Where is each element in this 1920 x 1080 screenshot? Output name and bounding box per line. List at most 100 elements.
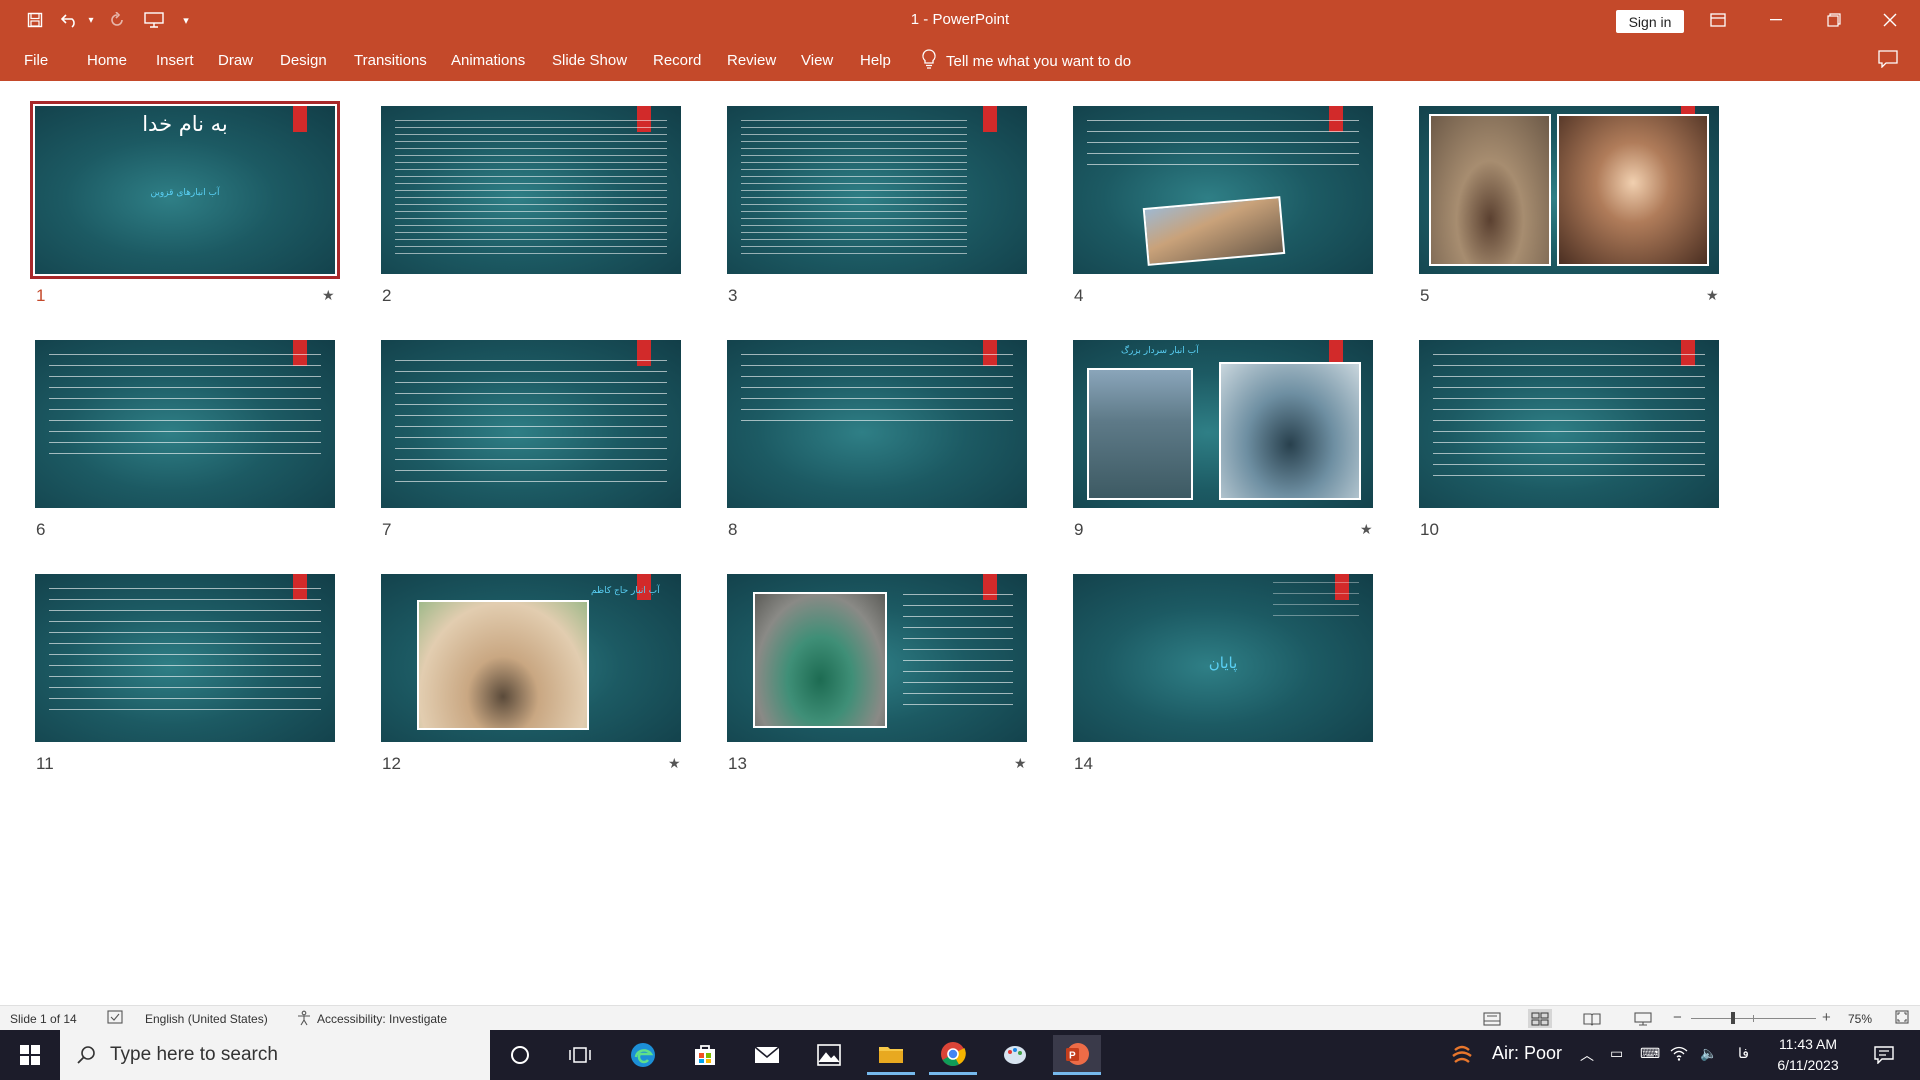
slide-show-view-icon[interactable] bbox=[1631, 1009, 1655, 1028]
windows-start-icon[interactable] bbox=[6, 1035, 54, 1075]
slide-number: 6 bbox=[36, 520, 46, 539]
tab-transitions[interactable]: Transitions bbox=[354, 52, 427, 69]
reading-view-icon[interactable] bbox=[1580, 1009, 1604, 1028]
show-hidden-icons-icon[interactable]: ︿ bbox=[1580, 1045, 1594, 1065]
zoom-level[interactable]: 75% bbox=[1848, 1012, 1872, 1026]
tell-me-search[interactable]: Tell me what you want to do bbox=[922, 49, 1132, 73]
tab-review[interactable]: Review bbox=[727, 52, 776, 69]
slide-5-photo-right bbox=[1557, 114, 1709, 266]
slide-4-photo bbox=[1142, 196, 1286, 266]
slide-thumbnail-4[interactable] bbox=[1073, 106, 1373, 274]
slide-counter: Slide 1 of 14 bbox=[10, 1012, 77, 1026]
slide-thumbnail-14[interactable]: پایان bbox=[1073, 574, 1373, 742]
tab-home[interactable]: Home bbox=[87, 52, 127, 69]
tab-view[interactable]: View bbox=[801, 52, 833, 69]
powerpoint-icon[interactable]: P bbox=[1053, 1035, 1101, 1075]
save-icon[interactable] bbox=[20, 0, 50, 40]
taskbar-search-box[interactable]: Type here to search bbox=[60, 1030, 490, 1080]
slide-9-title: آب انبار سردار بزرگ bbox=[1121, 346, 1199, 356]
slide-thumbnail-2[interactable] bbox=[381, 106, 681, 274]
tab-insert[interactable]: Insert bbox=[156, 52, 194, 69]
task-view-icon[interactable] bbox=[556, 1035, 604, 1075]
sign-in-button[interactable]: Sign in bbox=[1616, 10, 1684, 33]
clock-time: 11:43 AM bbox=[1778, 1036, 1838, 1052]
zoom-out-button[interactable]: − bbox=[1673, 1009, 1682, 1026]
photos-icon[interactable] bbox=[805, 1035, 853, 1075]
mail-icon[interactable] bbox=[743, 1035, 791, 1075]
keyboard-icon[interactable]: ⌨ bbox=[1640, 1045, 1660, 1062]
animation-star-icon: ★ bbox=[668, 755, 681, 771]
chrome-icon[interactable] bbox=[929, 1035, 977, 1075]
animation-star-icon: ★ bbox=[1706, 287, 1719, 303]
fit-to-window-icon[interactable] bbox=[1895, 1010, 1909, 1027]
accessibility-icon bbox=[296, 1010, 312, 1029]
slide-number: 10 bbox=[1420, 520, 1439, 539]
paint-icon[interactable] bbox=[991, 1035, 1039, 1075]
tab-slide-show[interactable]: Slide Show bbox=[552, 52, 627, 69]
slide-number: 13 bbox=[728, 754, 747, 773]
redo-icon[interactable] bbox=[104, 0, 130, 40]
slide-1-subtitle: آب انبارهای قزوین bbox=[150, 188, 220, 198]
normal-view-icon[interactable] bbox=[1480, 1009, 1504, 1028]
slide-thumbnail-7[interactable] bbox=[381, 340, 681, 508]
slide-12-photo bbox=[417, 600, 589, 730]
restore-button[interactable] bbox=[1806, 0, 1862, 40]
ribbon-tabs: File Home Insert Draw Design Transitions… bbox=[0, 40, 1920, 81]
ribbon-display-options-icon[interactable] bbox=[1690, 0, 1746, 40]
tab-draw[interactable]: Draw bbox=[218, 52, 253, 69]
zoom-in-button[interactable]: + bbox=[1822, 1009, 1831, 1026]
network-icon[interactable] bbox=[1670, 1045, 1688, 1064]
slide-9-photo-right bbox=[1219, 362, 1361, 500]
present-from-beginning-icon[interactable] bbox=[140, 0, 168, 40]
notification-center-icon[interactable] bbox=[1860, 1035, 1908, 1075]
slide-thumbnail-8[interactable] bbox=[727, 340, 1027, 508]
slide-number: 14 bbox=[1074, 754, 1093, 773]
tab-animations[interactable]: Animations bbox=[451, 52, 525, 69]
slide-thumbnail-6[interactable] bbox=[35, 340, 335, 508]
close-button[interactable] bbox=[1862, 0, 1918, 40]
slide-9-photo-left bbox=[1087, 368, 1193, 500]
slide-thumbnail-12[interactable]: آب انبار حاج کاظم bbox=[381, 574, 681, 742]
spelling-check-icon[interactable] bbox=[107, 1010, 123, 1027]
slide-thumbnail-5[interactable] bbox=[1419, 106, 1719, 274]
undo-dropdown-icon[interactable]: ▾ bbox=[84, 0, 98, 40]
tab-file[interactable]: File bbox=[24, 52, 48, 69]
weather-status[interactable]: Air: Poor bbox=[1492, 1043, 1562, 1064]
animation-star-icon: ★ bbox=[1014, 755, 1027, 771]
slide-number: 12 bbox=[382, 754, 401, 773]
slide-thumbnail-11[interactable] bbox=[35, 574, 335, 742]
customize-qat-icon[interactable]: ▾ bbox=[178, 0, 194, 40]
weather-icon[interactable] bbox=[1447, 1035, 1477, 1075]
slide-thumbnail-10[interactable] bbox=[1419, 340, 1719, 508]
status-bar: Slide 1 of 14 English (United States) Ac… bbox=[0, 1005, 1920, 1030]
tab-record[interactable]: Record bbox=[653, 52, 701, 69]
slide-number: 8 bbox=[728, 520, 738, 539]
undo-icon[interactable] bbox=[56, 0, 84, 40]
input-language[interactable]: فا bbox=[1738, 1045, 1749, 1062]
lightbulb-icon bbox=[922, 49, 936, 73]
zoom-slider[interactable] bbox=[1691, 1012, 1816, 1024]
search-icon bbox=[76, 1045, 96, 1065]
file-explorer-icon[interactable] bbox=[867, 1035, 915, 1075]
accessibility-status[interactable]: Accessibility: Investigate bbox=[317, 1012, 447, 1026]
comments-icon[interactable] bbox=[1878, 50, 1902, 72]
minimize-button[interactable] bbox=[1748, 0, 1804, 40]
language-indicator[interactable]: English (United States) bbox=[145, 1012, 268, 1026]
meet-now-icon[interactable]: ▭ bbox=[1610, 1045, 1623, 1062]
volume-icon[interactable]: 🔈 bbox=[1700, 1045, 1717, 1062]
clock[interactable]: 11:43 AM 6/11/2023 bbox=[1768, 1034, 1848, 1076]
edge-browser-icon[interactable] bbox=[619, 1035, 667, 1075]
microsoft-store-icon[interactable] bbox=[681, 1035, 729, 1075]
tell-me-text: Tell me what you want to do bbox=[946, 52, 1132, 70]
tab-design[interactable]: Design bbox=[280, 52, 327, 69]
tab-help[interactable]: Help bbox=[860, 52, 891, 69]
slide-thumbnail-9[interactable]: آب انبار سردار بزرگ bbox=[1073, 340, 1373, 508]
slide-sorter-view-icon[interactable] bbox=[1528, 1009, 1552, 1028]
slide-thumbnail-1[interactable]: به نام خدا آب انبارهای قزوین bbox=[30, 101, 340, 279]
slide-thumbnail-3[interactable] bbox=[727, 106, 1027, 274]
slide-sorter-view: به نام خدا آب انبارهای قزوین 1 ★ 2 3 4 5… bbox=[0, 81, 1920, 1005]
cortana-icon[interactable] bbox=[496, 1035, 544, 1075]
slide-thumbnail-13[interactable] bbox=[727, 574, 1027, 742]
slide-number: 4 bbox=[1074, 286, 1084, 305]
zoom-slider-thumb[interactable] bbox=[1731, 1012, 1735, 1024]
